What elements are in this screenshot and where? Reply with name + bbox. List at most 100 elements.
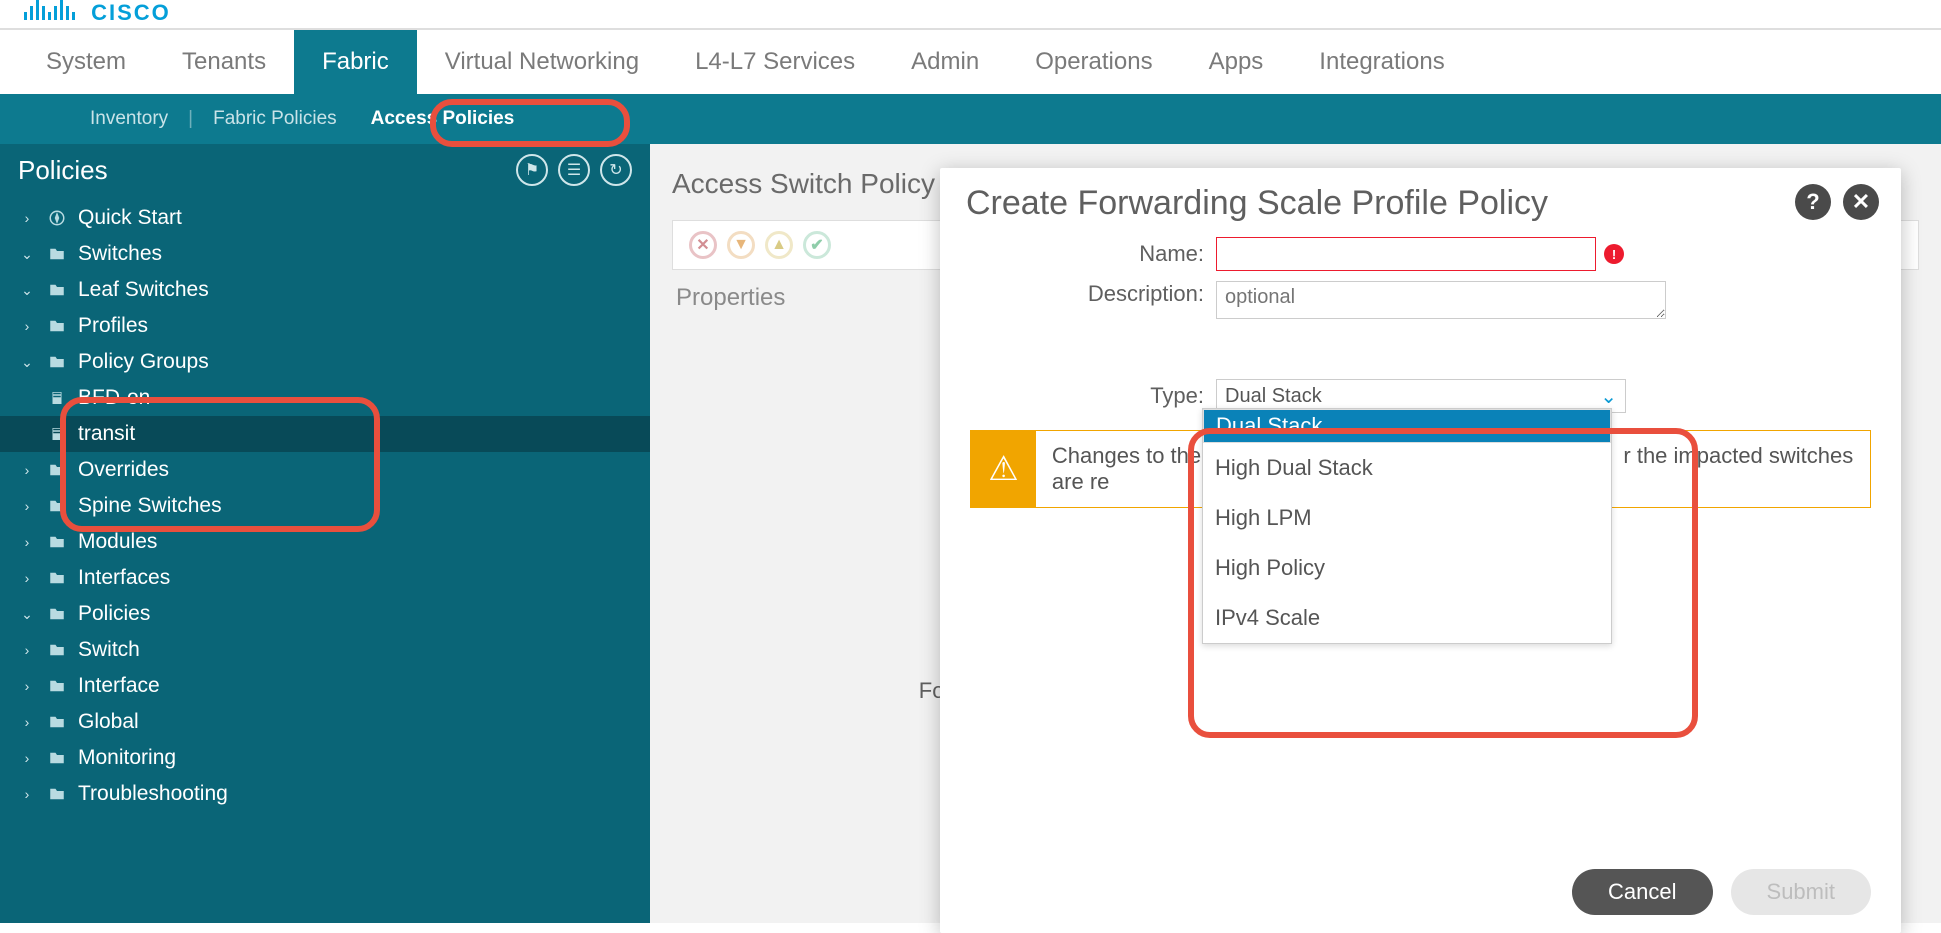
tree-policy-groups[interactable]: ⌄Policy Groups xyxy=(0,344,650,380)
folder-icon xyxy=(46,245,68,263)
tree-spine-switches[interactable]: ›Spine Switches xyxy=(0,488,650,524)
app-root: CISCO System Tenants Fabric Virtual Netw… xyxy=(0,0,1941,923)
type-dropdown: Dual Stack High Dual Stack High LPM High… xyxy=(1202,408,1612,644)
name-label: Name: xyxy=(966,241,1216,267)
tree-switches[interactable]: ⌄Switches xyxy=(0,236,650,272)
main-panel: Access Switch Policy Group - transit ✕ ▼… xyxy=(650,144,1941,923)
content-row: Policies ⚑ ☰ ↻ ›Quick Start ⌄Switches ⌄L… xyxy=(0,144,1941,923)
tree-switch[interactable]: ›Switch xyxy=(0,632,650,668)
main-nav-admin[interactable]: Admin xyxy=(883,30,1007,94)
name-input[interactable] xyxy=(1216,237,1596,271)
status-critical-icon[interactable]: ✕ xyxy=(689,231,717,259)
main-nav-l4l7[interactable]: L4-L7 Services xyxy=(667,30,883,94)
main-nav-virtual-networking[interactable]: Virtual Networking xyxy=(417,30,667,94)
chevron-right-icon: › xyxy=(18,642,36,658)
main-nav-integrations[interactable]: Integrations xyxy=(1291,30,1472,94)
tree-overrides[interactable]: ›Overrides xyxy=(0,452,650,488)
chevron-down-icon: ⌄ xyxy=(18,354,36,371)
cisco-logo-bars xyxy=(24,0,75,20)
subnav-access-policies[interactable]: Access Policies xyxy=(357,102,529,136)
sidebar-title: Policies xyxy=(18,155,108,186)
type-option-high-dual-stack[interactable]: High Dual Stack xyxy=(1203,443,1611,493)
folder-icon xyxy=(46,569,68,587)
type-option-high-policy[interactable]: High Policy xyxy=(1203,543,1611,593)
chevron-right-icon: › xyxy=(18,570,36,586)
main-nav-tenants[interactable]: Tenants xyxy=(154,30,294,94)
tree-profiles[interactable]: ›Profiles xyxy=(0,308,650,344)
description-input[interactable] xyxy=(1216,281,1666,319)
close-icon[interactable]: ✕ xyxy=(1843,184,1879,220)
tree-quick-start[interactable]: ›Quick Start xyxy=(0,200,650,236)
folder-icon xyxy=(46,713,68,731)
status-healthy-icon[interactable]: ✔ xyxy=(803,231,831,259)
chevron-right-icon: › xyxy=(18,678,36,694)
error-icon: ! xyxy=(1604,244,1624,264)
chevron-right-icon: › xyxy=(18,498,36,514)
sidebar-flag-icon[interactable]: ⚑ xyxy=(516,154,548,186)
main-nav: System Tenants Fabric Virtual Networking… xyxy=(0,30,1941,94)
chevron-right-icon: › xyxy=(18,786,36,802)
folder-icon xyxy=(46,749,68,767)
subnav-inventory[interactable]: Inventory xyxy=(90,108,168,130)
main-nav-system[interactable]: System xyxy=(18,30,154,94)
chevron-down-icon: ⌄ xyxy=(18,282,36,299)
sidebar-refresh-icon[interactable]: ↻ xyxy=(600,154,632,186)
type-select-value: Dual Stack xyxy=(1225,385,1322,408)
chevron-down-icon: ⌄ xyxy=(18,606,36,623)
folder-icon xyxy=(46,641,68,659)
main-nav-apps[interactable]: Apps xyxy=(1181,30,1292,94)
tree-policies[interactable]: ⌄Policies xyxy=(0,596,650,632)
folder-icon xyxy=(46,281,68,299)
cisco-logo-text: CISCO xyxy=(91,0,171,25)
chevron-right-icon: › xyxy=(18,534,36,550)
tree-transit[interactable]: ›transit xyxy=(0,416,650,452)
sidebar: Policies ⚑ ☰ ↻ ›Quick Start ⌄Switches ⌄L… xyxy=(0,144,650,923)
main-nav-fabric[interactable]: Fabric xyxy=(294,30,417,94)
help-icon[interactable]: ? xyxy=(1795,184,1831,220)
sidebar-header: Policies ⚑ ☰ ↻ xyxy=(0,144,650,196)
policy-icon xyxy=(46,389,68,407)
tree-bfd-on[interactable]: ›BFD-on xyxy=(0,380,650,416)
chevron-right-icon: › xyxy=(18,750,36,766)
subnav-fabric-policies[interactable]: Fabric Policies xyxy=(213,108,337,130)
chevron-right-icon: › xyxy=(18,318,36,334)
tree-troubleshooting[interactable]: ›Troubleshooting xyxy=(0,776,650,812)
chevron-down-icon: ⌄ xyxy=(1600,384,1617,409)
cancel-button[interactable]: Cancel xyxy=(1572,869,1712,915)
folder-icon xyxy=(46,497,68,515)
tree-interfaces[interactable]: ›Interfaces xyxy=(0,560,650,596)
brand-bar: CISCO xyxy=(0,0,1941,30)
main-nav-operations[interactable]: Operations xyxy=(1007,30,1180,94)
folder-icon xyxy=(46,677,68,695)
status-minor-icon[interactable]: ▲ xyxy=(765,231,793,259)
chevron-right-icon: › xyxy=(18,210,36,226)
sub-nav: Inventory | Fabric Policies Access Polic… xyxy=(0,94,1941,144)
type-option-high-lpm[interactable]: High LPM xyxy=(1203,493,1611,543)
tree-interface[interactable]: ›Interface xyxy=(0,668,650,704)
folder-icon xyxy=(46,785,68,803)
warning-icon: ⚠ xyxy=(971,431,1036,507)
folder-icon xyxy=(46,317,68,335)
tree-monitoring[interactable]: ›Monitoring xyxy=(0,740,650,776)
modal-title: Create Forwarding Scale Profile Policy xyxy=(966,184,1875,223)
folder-icon xyxy=(46,605,68,623)
status-major-icon[interactable]: ▼ xyxy=(727,231,755,259)
cisco-logo: CISCO xyxy=(24,0,171,26)
chevron-down-icon: ⌄ xyxy=(18,246,36,263)
submit-button: Submit xyxy=(1731,869,1871,915)
chevron-right-icon: › xyxy=(18,714,36,730)
tree-global[interactable]: ›Global xyxy=(0,704,650,740)
folder-icon xyxy=(46,353,68,371)
tree-modules[interactable]: ›Modules xyxy=(0,524,650,560)
chevron-right-icon: › xyxy=(18,462,36,478)
compass-icon xyxy=(46,209,68,227)
policy-icon xyxy=(46,425,68,443)
tree-leaf-switches[interactable]: ⌄Leaf Switches xyxy=(0,272,650,308)
type-option-ipv4-scale[interactable]: IPv4 Scale xyxy=(1203,593,1611,643)
description-label: Description: xyxy=(966,281,1216,307)
folder-icon xyxy=(46,533,68,551)
folder-icon xyxy=(46,461,68,479)
create-fsp-modal: Create Forwarding Scale Profile Policy ?… xyxy=(940,168,1901,933)
sidebar-list-icon[interactable]: ☰ xyxy=(558,154,590,186)
type-option-dual-stack[interactable]: Dual Stack xyxy=(1203,409,1611,443)
